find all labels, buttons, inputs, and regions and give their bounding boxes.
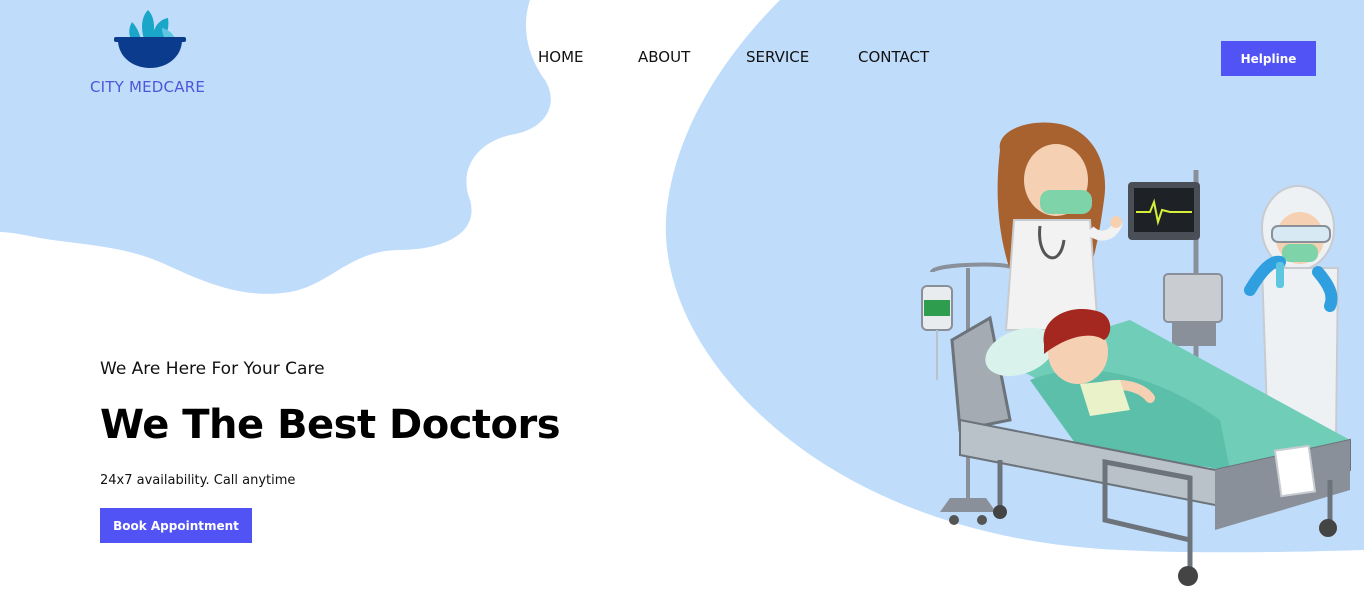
- book-appointment-button[interactable]: Book Appointment: [100, 508, 252, 543]
- hero-tagline: We Are Here For Your Care: [100, 359, 325, 379]
- nav-home[interactable]: HOME: [538, 48, 584, 66]
- hero-availability: 24x7 availability. Call anytime: [100, 473, 296, 488]
- leaf-bowl-logo-icon: [114, 10, 186, 68]
- hero-headline: We The Best Doctors: [100, 402, 561, 448]
- brand-name: CITY MEDCARE: [90, 78, 205, 96]
- doctor-female-icon: [997, 122, 1123, 331]
- brand-logo[interactable]: CITY MEDCARE: [84, 4, 216, 96]
- nav-contact[interactable]: CONTACT: [858, 48, 929, 66]
- nav-about[interactable]: ABOUT: [638, 48, 690, 66]
- top-left-blob: [0, 0, 551, 294]
- hospital-bed-doctors-illustration: [921, 122, 1351, 586]
- helpline-button[interactable]: Helpline: [1221, 41, 1316, 76]
- nav-service[interactable]: SERVICE: [746, 48, 809, 66]
